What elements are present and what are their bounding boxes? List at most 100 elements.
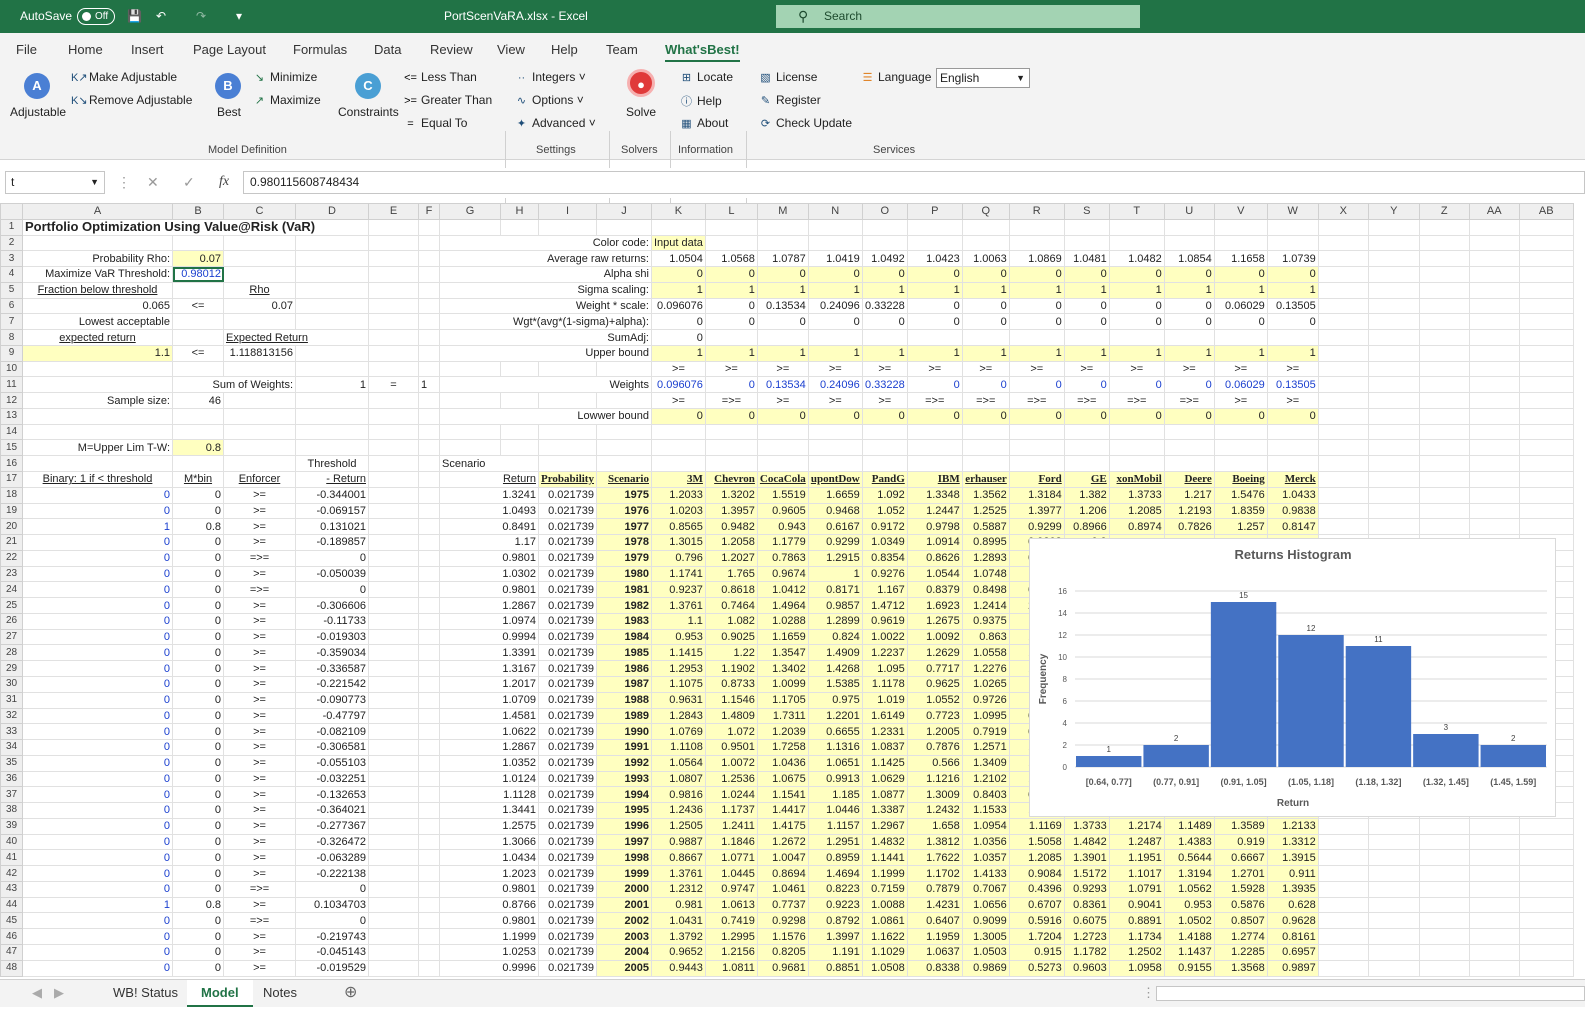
cell[interactable]: 0.021739 [538,534,597,551]
cell[interactable]: >= [223,518,296,536]
cell[interactable]: =>= [1163,392,1215,409]
cell[interactable]: >= [223,739,296,756]
cell[interactable] [1317,817,1369,835]
cell[interactable]: 0 [961,376,1010,394]
cell[interactable]: 2002 [595,912,652,930]
cell[interactable]: 1.5928 [1213,880,1268,898]
cell[interactable]: 0.06029 [1213,376,1268,394]
cell[interactable] [1317,218,1369,236]
cell[interactable]: -0.344001 [295,486,369,504]
cell[interactable]: 1.2723 [1063,928,1110,945]
cell[interactable]: 0.8565 [650,518,706,536]
cell[interactable] [1418,344,1470,362]
cell[interactable] [861,439,908,457]
cell[interactable]: 0 [172,786,224,804]
cell[interactable]: 1 [418,376,440,394]
cell[interactable]: >= [961,360,1010,378]
cell[interactable]: 0 [295,581,369,599]
cell[interactable]: 1.0288 [756,612,809,630]
cell[interactable] [1317,250,1369,268]
cell[interactable] [368,849,419,867]
cell[interactable]: 1 [807,281,863,299]
cell[interactable]: 1.1437 [1163,943,1215,961]
cell[interactable]: upontDow [807,471,863,488]
cell[interactable]: 0.9041 [1108,896,1165,914]
cell[interactable]: 0 [22,959,173,977]
cell[interactable]: 0.021739 [538,786,597,804]
cell[interactable]: 1.0434 [439,849,539,867]
cell[interactable]: 0.9747 [704,880,758,898]
cell[interactable] [22,360,173,378]
cell[interactable] [595,218,652,236]
cell[interactable] [418,360,440,378]
cell[interactable]: >= [223,802,296,819]
language-select[interactable]: English ▼ [936,68,1030,88]
cell[interactable]: 0 [22,534,173,551]
cell[interactable]: 0.9223 [807,896,863,914]
cell[interactable] [418,281,440,299]
cell[interactable]: 0.9099 [961,912,1010,930]
cell[interactable]: Deere [1163,471,1215,488]
cell[interactable] [223,423,296,441]
cell[interactable]: 1.3589 [1213,817,1268,835]
tab-data[interactable]: Data [374,42,401,57]
cell[interactable] [1418,455,1470,473]
cell[interactable]: 0 [22,565,173,583]
cell[interactable]: 0 [295,880,369,898]
cell[interactable] [1518,833,1574,851]
cell[interactable]: 1.658 [906,817,963,835]
cell[interactable]: 0.021739 [538,486,597,504]
cell[interactable] [368,360,419,378]
cell[interactable]: 1.4231 [906,896,963,914]
cell[interactable]: 1.3066 [439,833,539,851]
cell[interactable]: 0.021739 [538,912,597,930]
cell[interactable] [1518,502,1574,520]
cell[interactable] [1418,266,1470,283]
cell[interactable] [295,297,369,315]
cell[interactable]: 0 [172,833,224,851]
row-header[interactable]: 27 [0,628,23,646]
cell[interactable]: 0.021739 [538,817,597,835]
cell[interactable]: 1.1902 [704,660,758,677]
cell[interactable]: 0 [172,880,224,898]
cell[interactable]: Expected Return [223,329,369,346]
cell[interactable]: 0 [1063,376,1110,394]
cell[interactable] [295,360,369,378]
cell[interactable]: 1.0675 [756,770,809,788]
best-button[interactable]: Best [217,105,241,119]
adjustable-button[interactable]: Adjustable [10,105,66,119]
row-header[interactable]: 28 [0,644,23,662]
cell[interactable]: 0.9299 [1008,518,1065,536]
cell[interactable] [756,234,809,252]
cell[interactable]: 1.052 [861,502,908,520]
cell[interactable]: 1.2843 [650,707,706,725]
cell[interactable] [1317,486,1369,504]
cell[interactable] [1063,234,1110,252]
cell[interactable] [368,407,419,425]
cell[interactable]: 1.2414 [961,597,1010,614]
cell[interactable]: Weight * scale: [439,297,652,315]
cell[interactable]: 0.8766 [439,896,539,914]
horizontal-scrollbar[interactable] [1156,986,1585,1001]
cell[interactable] [295,266,369,283]
column-header[interactable]: AA [1468,203,1520,220]
cell[interactable]: 1 [1163,281,1215,299]
cell[interactable]: >= [223,723,296,741]
cell[interactable] [1367,329,1420,346]
cell[interactable]: 0 [22,723,173,741]
row-header[interactable]: 38 [0,802,23,819]
minimize-button[interactable]: ↘ Minimize [252,70,317,84]
cell[interactable]: 0.021739 [538,675,597,693]
cell[interactable] [1367,455,1420,473]
cell[interactable]: 1.3402 [756,660,809,677]
cell[interactable]: 0.7863 [756,549,809,567]
cell[interactable] [595,360,652,378]
returns-histogram-chart[interactable]: Returns Histogram 0 2 4 6 8 10 12 14 16 1 [0.64, 0.… [1029,538,1556,817]
cell[interactable]: 1.2312 [650,880,706,898]
cell[interactable]: 0 [172,644,224,662]
cell[interactable] [1266,329,1319,346]
cell[interactable]: 1.2201 [807,707,863,725]
cell[interactable]: 0 [756,313,809,331]
cell[interactable]: 0 [172,486,224,504]
cell[interactable]: 0 [1108,297,1165,315]
